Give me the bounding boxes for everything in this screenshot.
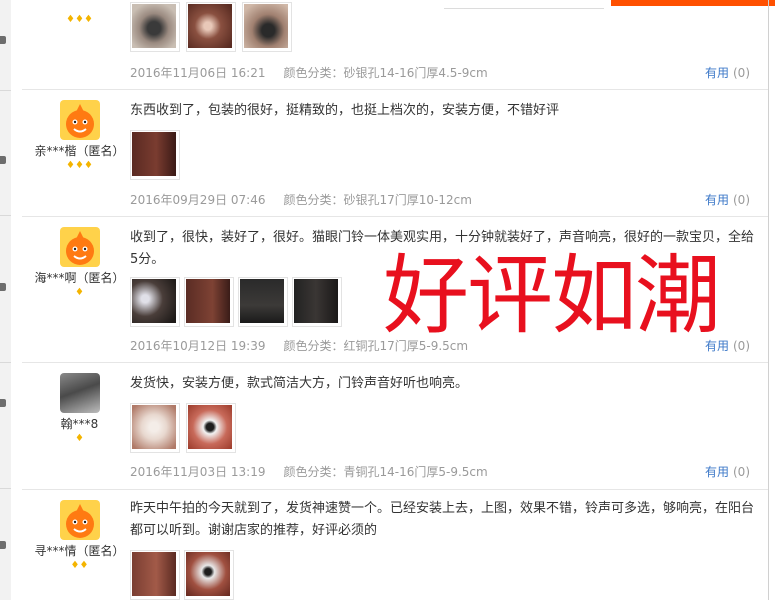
photo-thumbnail[interactable] (184, 550, 234, 600)
divider (0, 215, 11, 216)
avatar-mascot-icon (60, 227, 100, 267)
avatar (60, 227, 100, 267)
useful-label[interactable]: 有用 (705, 465, 729, 479)
photo-thumbnail[interactable] (130, 550, 180, 600)
useful-label[interactable]: 有用 (705, 66, 729, 80)
review-text: 昨天中午拍的今天就到了，发货神速赞一个。已经安装上去，上图，效果不错，铃声可多选… (130, 501, 755, 538)
useful-count: (0) (733, 66, 750, 80)
rating-badge: ♦ (75, 287, 84, 298)
reviewer-name: 海***啊（匿名） (34, 271, 125, 285)
review-text: 东西收到了，包装的很好，挺精致的，也挺上档次的，安装方便，不错好评 (130, 103, 560, 118)
photo-thumbnail[interactable] (184, 277, 234, 327)
rating-badge: ♦♦ (70, 560, 89, 571)
photo-thumbnail[interactable] (292, 277, 342, 327)
rating-badge: ♦ (75, 433, 84, 444)
photo-thumbnail[interactable] (130, 403, 180, 453)
avatar-mascot-icon (60, 100, 100, 140)
useful-button[interactable]: 有用 (0) (705, 191, 750, 208)
review-text: 发货快，安装方便，款式简洁大方，门铃声音好听也响亮。 (130, 376, 469, 391)
avatar (60, 373, 100, 413)
divider (768, 0, 769, 600)
overlay-headline: 好评如潮 (383, 246, 721, 346)
left-marker (0, 156, 6, 164)
useful-count: (0) (733, 193, 750, 207)
photo-thumbnail[interactable] (242, 2, 292, 52)
review-date: 2016年11月06日 16:21 (130, 66, 266, 80)
review-item: 寻***情（匿名） ♦♦ 昨天中午拍的今天就到了，发货神速赞一个。已经安装上去，… (22, 490, 768, 600)
divider (0, 362, 11, 363)
photo-thumbnail[interactable] (130, 277, 180, 327)
left-marker (0, 541, 6, 549)
useful-button[interactable]: 有用 (0) (705, 463, 750, 480)
photo-thumbnail[interactable] (238, 277, 288, 327)
photo-thumbnail[interactable] (186, 2, 236, 52)
review-meta: 2016年09月29日 07:46 颜色分类：砂银孔17门厚10-12cm (130, 191, 472, 208)
useful-count: (0) (733, 465, 750, 479)
avatar (60, 100, 100, 140)
rating-badge: ♦♦♦ (66, 160, 93, 171)
avatar-mascot-icon (60, 500, 100, 540)
review-sku: 颜色分类：砂银孔17门厚10-12cm (283, 193, 472, 207)
reviewer-name: 寻***情（匿名） (34, 544, 125, 558)
review-item: ♦♦♦ 2016年11月06日 16:21 颜色分类：砂银孔14-16门厚4.5-… (22, 0, 768, 90)
photo-thumbnail[interactable] (130, 2, 180, 52)
left-marker (0, 283, 6, 291)
useful-label[interactable]: 有用 (705, 193, 729, 207)
review-date: 2016年10月12日 19:39 (130, 339, 266, 353)
left-marker (0, 36, 6, 44)
review-item: 亲***楷（匿名） ♦♦♦ 东西收到了，包装的很好，挺精致的，也挺上档次的，安装… (22, 90, 768, 217)
review-meta: 2016年11月06日 16:21 颜色分类：砂银孔14-16门厚4.5-9cm (130, 64, 488, 81)
review-date: 2016年09月29日 07:46 (130, 193, 266, 207)
review-sku: 颜色分类：青铜孔14-16门厚5-9.5cm (283, 465, 488, 479)
review-sku: 颜色分类：砂银孔14-16门厚4.5-9cm (283, 66, 488, 80)
left-marker (0, 399, 6, 407)
review-item: 翰***8 ♦ 发货快，安装方便，款式简洁大方，门铃声音好听也响亮。 2016年… (22, 363, 768, 490)
avatar-photo (60, 373, 100, 413)
divider (0, 488, 11, 489)
avatar (60, 500, 100, 540)
review-date: 2016年11月03日 13:19 (130, 465, 266, 479)
divider (0, 90, 11, 91)
reviewer-name: 亲***楷（匿名） (34, 144, 125, 158)
review-meta: 2016年11月03日 13:19 颜色分类：青铜孔14-16门厚5-9.5cm (130, 463, 488, 480)
photo-thumbnail[interactable] (186, 403, 236, 453)
photo-thumbnail[interactable] (130, 130, 180, 180)
useful-button[interactable]: 有用 (0) (705, 64, 750, 81)
left-scroll-strip (0, 0, 11, 600)
reviewer-name: 翰***8 (60, 417, 99, 431)
rating-badge: ♦♦♦ (66, 14, 93, 25)
